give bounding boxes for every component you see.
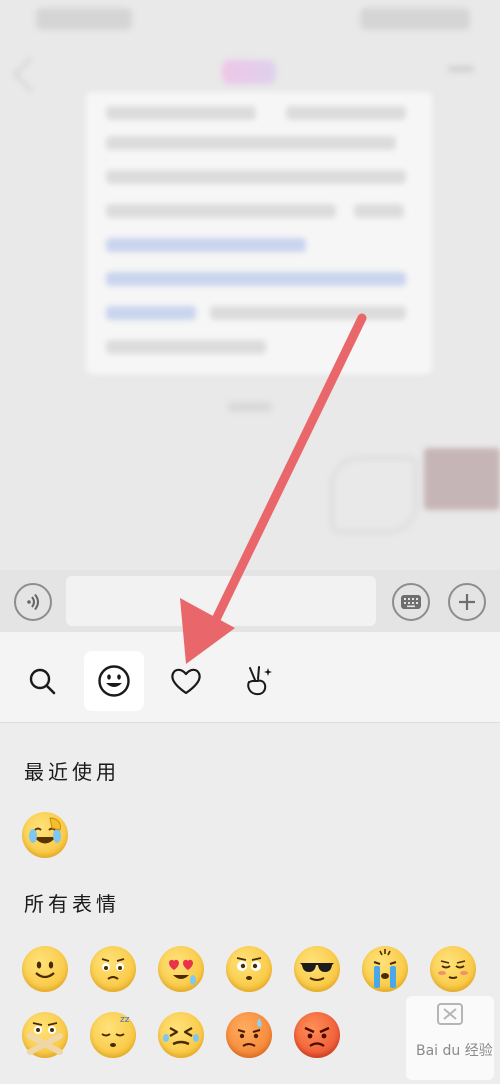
timestamp xyxy=(228,402,272,412)
voice-icon xyxy=(27,593,39,611)
sunglasses-emoji[interactable] xyxy=(294,946,340,992)
recent-section-title: 最近使用 xyxy=(24,760,120,784)
heart-icon xyxy=(171,668,201,695)
watermark xyxy=(406,996,494,1080)
angry-emoji[interactable] xyxy=(294,1012,340,1058)
search-icon xyxy=(29,668,56,695)
chat-area xyxy=(0,0,500,570)
chat-title xyxy=(222,60,276,84)
voice-button[interactable] xyxy=(14,583,52,621)
surprised-emoji[interactable] xyxy=(226,946,272,992)
smiley-face-icon xyxy=(98,665,130,697)
sleeping-emoji[interactable]: zz xyxy=(90,1012,136,1058)
heart-eyes-emoji[interactable] xyxy=(158,946,204,992)
sweat-emoji[interactable] xyxy=(226,1012,272,1058)
keyboard-button[interactable] xyxy=(392,583,430,621)
avatar[interactable] xyxy=(424,448,500,510)
sticker-hand-icon xyxy=(247,666,272,696)
tab-stickers[interactable] xyxy=(228,651,288,711)
sticker-message[interactable] xyxy=(330,456,418,534)
svg-text:zz: zz xyxy=(120,1015,130,1025)
shush-emoji[interactable] xyxy=(22,1012,68,1058)
add-button[interactable] xyxy=(448,583,486,621)
watermark-text: Bai du 经验 xyxy=(416,1043,493,1059)
crying-emoji[interactable] xyxy=(362,946,408,992)
message-bubble[interactable] xyxy=(86,92,432,374)
status-bar-time xyxy=(36,8,132,30)
worried-emoji[interactable] xyxy=(90,946,136,992)
status-bar-icons xyxy=(360,8,470,30)
all-section-title: 所有表情 xyxy=(24,892,120,916)
tab-favorites[interactable] xyxy=(156,651,216,711)
watermark-logo-icon xyxy=(437,1003,463,1025)
back-icon[interactable] xyxy=(12,56,49,93)
facepalm-laughing-emoji[interactable] xyxy=(22,812,68,858)
message-input[interactable] xyxy=(66,576,376,626)
more-icon[interactable] xyxy=(448,66,474,72)
tab-search[interactable] xyxy=(12,651,72,711)
smile-emoji[interactable] xyxy=(22,946,68,992)
keyboard-icon xyxy=(401,595,421,609)
squint-tears-emoji[interactable] xyxy=(158,1012,204,1058)
blush-emoji[interactable] xyxy=(430,946,476,992)
tab-emoji[interactable] xyxy=(84,651,144,711)
plus-icon xyxy=(459,594,475,610)
